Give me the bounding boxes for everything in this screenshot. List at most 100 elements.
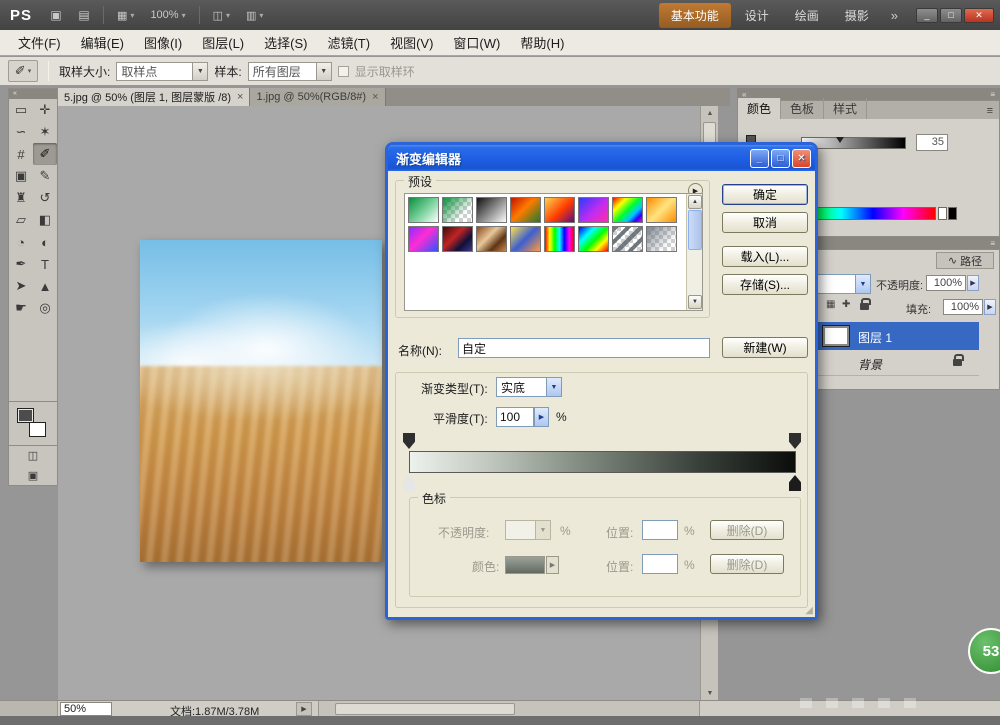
tool-blur[interactable]: ◔ <box>9 231 33 253</box>
opacity-arrow-icon[interactable]: ▶ <box>967 275 979 291</box>
gradient-preset[interactable] <box>544 226 575 252</box>
menu-image[interactable]: 图像(I) <box>134 29 192 56</box>
minibridge-icon[interactable]: ▤ <box>72 5 96 25</box>
menu-window[interactable]: 窗口(W) <box>443 29 510 56</box>
color-stop-right[interactable] <box>789 475 801 491</box>
tool-type[interactable]: T <box>33 253 57 275</box>
scroll-thumb[interactable] <box>688 210 702 250</box>
tools-panel-header[interactable]: « <box>9 89 57 99</box>
close-icon[interactable]: × <box>372 91 378 103</box>
workspace-tab-essentials[interactable]: 基本功能 <box>659 3 731 28</box>
tool-path-select[interactable]: ➤ <box>9 275 33 297</box>
tool-history-brush[interactable]: ↺ <box>33 187 57 209</box>
menu-layer[interactable]: 图层(L) <box>192 29 254 56</box>
dialog-titlebar[interactable]: 渐变编辑器 _ □ ✕ <box>388 145 815 171</box>
tool-zoom[interactable]: ◎ <box>33 297 57 319</box>
minimize-button[interactable]: _ <box>916 8 938 23</box>
menu-help[interactable]: 帮助(H) <box>510 29 574 56</box>
restore-button[interactable]: □ <box>940 8 962 23</box>
workspace-tab-painting[interactable]: 绘画 <box>783 3 831 28</box>
gradient-preset[interactable] <box>476 226 507 252</box>
zoom-level-dropdown[interactable]: 100% ▾ <box>146 7 189 23</box>
gradient-preset[interactable] <box>510 226 541 252</box>
gradient-preset[interactable] <box>408 197 439 223</box>
view-extras-dropdown[interactable]: ▦ ▾ <box>113 7 138 24</box>
tool-eraser[interactable]: ▱ <box>9 209 33 231</box>
color-stop-left[interactable] <box>403 475 415 491</box>
menu-filter[interactable]: 滤镜(T) <box>317 29 380 56</box>
gradient-preview-bar[interactable] <box>409 451 796 473</box>
cancel-button[interactable]: 取消 <box>722 212 808 233</box>
panel-menu-icon[interactable]: ≡ <box>990 239 995 248</box>
gradient-preset[interactable] <box>408 226 439 252</box>
lock-transparency-icon[interactable]: ▦ <box>826 299 835 310</box>
tool-shape[interactable]: ▲ <box>33 275 57 297</box>
opacity-stop-left[interactable] <box>403 433 415 449</box>
tool-dodge[interactable]: ◐ <box>33 231 57 253</box>
tool-crop[interactable]: # <box>9 143 33 165</box>
menu-file[interactable]: 文件(F) <box>8 29 71 56</box>
menu-edit[interactable]: 编辑(E) <box>71 29 134 56</box>
tab-paths[interactable]: ∿ 路径 <box>936 252 994 269</box>
stop-location-input[interactable] <box>642 520 678 540</box>
fill-value[interactable]: 100% <box>943 299 983 315</box>
gradient-preset[interactable] <box>510 197 541 223</box>
tool-pen[interactable]: ✒ <box>9 253 33 275</box>
new-button[interactable]: 新建(W) <box>722 337 808 358</box>
gradient-preset[interactable] <box>442 197 473 223</box>
workspace-overflow-chevron[interactable]: » <box>883 8 906 23</box>
gradient-preset[interactable] <box>646 226 677 252</box>
minimize-button[interactable]: _ <box>750 149 769 168</box>
lock-position-icon[interactable]: ✚ <box>842 299 850 310</box>
screen-mode-cycle-icon[interactable]: ▣ <box>28 469 38 482</box>
slider-handle[interactable] <box>836 137 844 143</box>
presets-scrollbar[interactable]: ▲ ▼ <box>686 194 702 310</box>
bridge-icon[interactable]: ▣ <box>44 5 68 25</box>
tool-gradient[interactable]: ◧ <box>33 209 57 231</box>
maximize-button[interactable]: □ <box>771 149 790 168</box>
gradient-preset[interactable] <box>646 197 677 223</box>
layer-mask-thumbnail[interactable] <box>823 326 849 346</box>
white-swatch[interactable] <box>938 207 947 220</box>
panel-menu-icon[interactable]: ≡ <box>990 90 995 99</box>
workspace-tab-photography[interactable]: 摄影 <box>833 3 881 28</box>
show-sampling-ring-checkbox[interactable] <box>338 66 349 77</box>
ok-button[interactable]: 确定 <box>722 184 808 205</box>
scroll-up-icon[interactable]: ▲ <box>688 195 702 209</box>
background-color-swatch[interactable] <box>29 422 46 437</box>
menu-select[interactable]: 选择(S) <box>254 29 317 56</box>
menu-view[interactable]: 视图(V) <box>380 29 443 56</box>
tool-hand[interactable]: ☛ <box>9 297 33 319</box>
save-button[interactable]: 存储(S)... <box>722 274 808 295</box>
gradient-preset[interactable] <box>544 197 575 223</box>
workspace-tab-design[interactable]: 设计 <box>733 3 781 28</box>
tool-move[interactable]: ✛ <box>33 99 57 121</box>
gradient-preset[interactable] <box>578 226 609 252</box>
gradient-preset[interactable] <box>476 197 507 223</box>
gradient-preset[interactable] <box>578 197 609 223</box>
close-icon[interactable]: × <box>237 91 243 103</box>
tool-rect-marquee[interactable]: ▭ <box>9 99 33 121</box>
current-tool-dropdown[interactable]: ✐ ▾ <box>8 60 38 82</box>
name-input[interactable] <box>458 338 710 358</box>
scroll-down-icon[interactable]: ▼ <box>701 686 719 700</box>
tab-styles[interactable]: 样式 <box>824 98 867 119</box>
stop-location-input[interactable] <box>642 554 678 574</box>
scroll-down-icon[interactable]: ▼ <box>688 295 702 309</box>
tool-lasso[interactable]: ∽ <box>9 121 33 143</box>
status-flyout-icon[interactable]: ▶ <box>296 702 312 716</box>
horizontal-scrollbar[interactable] <box>318 701 700 717</box>
lock-all-icon[interactable] <box>860 303 869 310</box>
tool-brush[interactable]: ✎ <box>33 165 57 187</box>
sample-size-select[interactable]: 取样点 ▼ <box>116 62 208 81</box>
tab-color[interactable]: 颜色 <box>738 98 781 119</box>
status-zoom-field[interactable]: 50% <box>60 702 112 716</box>
tool-eyedropper[interactable]: ✐ <box>33 143 57 165</box>
foreground-color-swatch[interactable] <box>17 408 34 423</box>
close-button[interactable]: ✕ <box>964 8 994 23</box>
slider-value-box[interactable]: 35 <box>916 134 948 151</box>
smoothness-input[interactable] <box>496 407 534 427</box>
horizontal-scroll-thumb[interactable] <box>335 703 515 715</box>
tab-swatches[interactable]: 色板 <box>781 98 824 119</box>
opacity-value[interactable]: 100% <box>926 275 966 291</box>
